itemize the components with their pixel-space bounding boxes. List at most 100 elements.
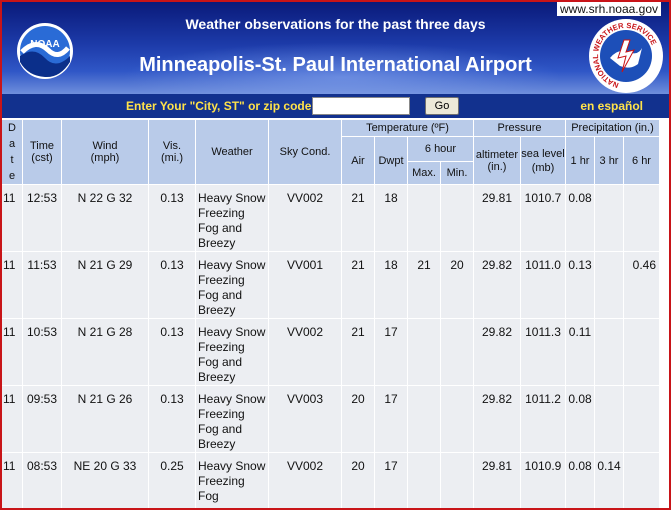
cell-air: 20 xyxy=(342,386,374,452)
cell-sea-level: 1011.0 xyxy=(521,252,565,318)
cell-sky-condition: VV001 xyxy=(269,252,341,318)
cell-sea-level: 1011.3 xyxy=(521,319,565,385)
cell-precip-6hr xyxy=(624,453,659,508)
cell-air: 20 xyxy=(342,453,374,508)
cell-visibility: 0.13 xyxy=(149,319,195,385)
header-min: Min. xyxy=(441,162,473,184)
cell-precip-6hr: 0.46 xyxy=(624,252,659,318)
cell-altimeter: 29.81 xyxy=(474,185,520,251)
header-date: Date xyxy=(2,120,22,184)
cell-max xyxy=(408,185,440,251)
header-pressure: Pressure xyxy=(474,120,565,136)
cell-sea-level: 1011.2 xyxy=(521,386,565,452)
header-precip-6hr: 6 hr xyxy=(624,137,659,184)
header-weather: Weather xyxy=(196,120,268,184)
cell-date: 11 xyxy=(2,453,22,508)
header-precipitation: Precipitation (in.) xyxy=(566,120,659,136)
search-label: Enter Your "City, ST" or zip code xyxy=(126,99,312,113)
cell-date: 11 xyxy=(2,252,22,318)
cell-min xyxy=(441,185,473,251)
cell-wind: NE 20 G 33 xyxy=(62,453,148,508)
header-altimeter: altimeter (in.) xyxy=(474,137,520,184)
site-url: www.srh.noaa.gov xyxy=(556,2,661,16)
cell-sea-level: 1010.7 xyxy=(521,185,565,251)
cell-time: 11:53 xyxy=(23,252,61,318)
observations-table: Date Time (cst) Wind (mph) Vis. (mi.) We… xyxy=(2,119,660,508)
header-sea-level: sea level (mb) xyxy=(521,137,565,184)
noaa-logo-label: NOAA xyxy=(30,39,59,50)
cell-time: 10:53 xyxy=(23,319,61,385)
cell-wind: N 21 G 26 xyxy=(62,386,148,452)
table-row: 11 10:53 N 21 G 28 0.13 Heavy Snow Freez… xyxy=(2,319,659,385)
cell-precip-3hr xyxy=(595,185,623,251)
cell-precip-1hr: 0.08 xyxy=(566,453,594,508)
header-air: Air xyxy=(342,137,374,184)
header-visibility: Vis. (mi.) xyxy=(149,120,195,184)
cell-min xyxy=(441,453,473,508)
cell-wind: N 22 G 32 xyxy=(62,185,148,251)
cell-altimeter: 29.81 xyxy=(474,453,520,508)
page-subtitle: Weather observations for the past three … xyxy=(185,16,486,32)
cell-date: 11 xyxy=(2,319,22,385)
cell-wind: N 21 G 29 xyxy=(62,252,148,318)
cell-max xyxy=(408,319,440,385)
cell-max xyxy=(408,453,440,508)
cell-sky-condition: VV003 xyxy=(269,386,341,452)
cell-air: 21 xyxy=(342,252,374,318)
cell-altimeter: 29.82 xyxy=(474,252,520,318)
cell-max xyxy=(408,386,440,452)
cell-time: 09:53 xyxy=(23,386,61,452)
cell-dewpoint: 17 xyxy=(375,453,407,508)
page-frame: NOAA NATIONAL WEATHER SERVICE Weather ob… xyxy=(2,2,669,508)
cell-sea-level: 1010.9 xyxy=(521,453,565,508)
cell-precip-6hr xyxy=(624,185,659,251)
header-dewpoint: Dwpt xyxy=(375,137,407,184)
cell-sky-condition: VV002 xyxy=(269,185,341,251)
cell-sky-condition: VV002 xyxy=(269,319,341,385)
search-input[interactable] xyxy=(312,97,410,115)
cell-precip-3hr xyxy=(595,252,623,318)
header-six-hour: 6 hour xyxy=(408,137,473,161)
header-sky-condition: Sky Cond. xyxy=(269,120,341,184)
cell-weather: Heavy Snow Freezing Fog xyxy=(196,453,268,508)
cell-dewpoint: 17 xyxy=(375,386,407,452)
page-title: Minneapolis-St. Paul International Airpo… xyxy=(139,54,532,76)
cell-precip-1hr: 0.08 xyxy=(566,185,594,251)
cell-sky-condition: VV002 xyxy=(269,453,341,508)
cell-visibility: 0.25 xyxy=(149,453,195,508)
cell-date: 11 xyxy=(2,386,22,452)
cell-weather: Heavy Snow Freezing Fog and Breezy xyxy=(196,386,268,452)
go-button[interactable]: Go xyxy=(425,97,459,115)
cell-air: 21 xyxy=(342,185,374,251)
cell-date: 11 xyxy=(2,185,22,251)
header-precip-1hr: 1 hr xyxy=(566,137,594,184)
cell-weather: Heavy Snow Freezing Fog and Breezy xyxy=(196,319,268,385)
cell-min xyxy=(441,386,473,452)
table-row: 11 08:53 NE 20 G 33 0.25 Heavy Snow Free… xyxy=(2,453,659,508)
cell-dewpoint: 17 xyxy=(375,319,407,385)
espanol-link[interactable]: en español xyxy=(580,99,643,113)
cell-dewpoint: 18 xyxy=(375,185,407,251)
cell-precip-3hr xyxy=(595,319,623,385)
table-row: 11 11:53 N 21 G 29 0.13 Heavy Snow Freez… xyxy=(2,252,659,318)
cell-precip-1hr: 0.08 xyxy=(566,386,594,452)
cell-precip-1hr: 0.13 xyxy=(566,252,594,318)
header-time: Time (cst) xyxy=(23,120,61,184)
search-bar: Enter Your "City, ST" or zip code Go en … xyxy=(2,94,669,118)
cell-altimeter: 29.82 xyxy=(474,386,520,452)
cell-visibility: 0.13 xyxy=(149,386,195,452)
cell-weather: Heavy Snow Freezing Fog and Breezy xyxy=(196,185,268,251)
cell-dewpoint: 18 xyxy=(375,252,407,318)
cell-max: 21 xyxy=(408,252,440,318)
cell-precip-1hr: 0.11 xyxy=(566,319,594,385)
cell-min xyxy=(441,319,473,385)
cell-precip-3hr xyxy=(595,386,623,452)
header-wind: Wind (mph) xyxy=(62,120,148,184)
cell-weather: Heavy Snow Freezing Fog and Breezy xyxy=(196,252,268,318)
header-precip-3hr: 3 hr xyxy=(595,137,623,184)
cell-altimeter: 29.82 xyxy=(474,319,520,385)
table-row: 11 12:53 N 22 G 32 0.13 Heavy Snow Freez… xyxy=(2,185,659,251)
cell-precip-6hr xyxy=(624,386,659,452)
cell-time: 08:53 xyxy=(23,453,61,508)
table-row: 11 09:53 N 21 G 26 0.13 Heavy Snow Freez… xyxy=(2,386,659,452)
